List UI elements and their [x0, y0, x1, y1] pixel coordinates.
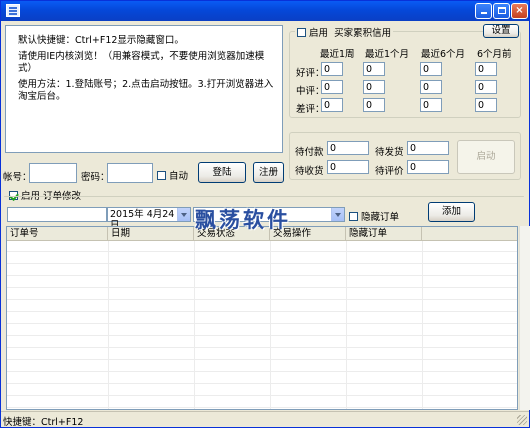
table-row[interactable] [7, 289, 517, 300]
auto-login-checkbox[interactable]: 自动 [157, 168, 188, 182]
order-edit-divider [4, 196, 524, 197]
hide-order-label: 隐藏订单 [361, 212, 400, 223]
hide-order-checkbox[interactable]: 隐藏订单 [349, 209, 399, 223]
close-button[interactable]: × [511, 3, 528, 19]
order-date-picker[interactable]: 2015年 4月24日, [107, 207, 191, 231]
pending-ship-label: 待发货 [375, 147, 404, 158]
password-input[interactable] [107, 163, 153, 183]
order-edit-enable-checkbox[interactable]: 启用 订单修改 [9, 188, 81, 202]
pending-receive-label: 待收货 [295, 166, 324, 177]
credit-neutral-1week[interactable]: 0 [321, 80, 343, 94]
table-row[interactable] [7, 313, 517, 324]
credit-neutral-1month[interactable]: 0 [363, 80, 385, 94]
start-button[interactable]: 启动 [457, 140, 515, 174]
password-label: 密码： [81, 172, 110, 183]
checkbox-icon [349, 212, 358, 221]
credit-group-label: 买家累积信用 [334, 28, 392, 39]
info-line-browser: 请使用IE内核浏览！（用兼容模式，不要使用浏览器加速模式） [18, 51, 265, 74]
app-icon [6, 4, 20, 17]
main-window: × 默认快捷键：Ctrl+F12显示隐藏窗口。 请使用IE内核浏览！（用兼容模式… [0, 0, 530, 428]
credit-good-before-6months[interactable]: 0 [475, 62, 497, 76]
add-button[interactable]: 添加 [428, 202, 475, 222]
pending-review-value[interactable]: 0 [407, 160, 449, 174]
chevron-down-icon[interactable] [177, 208, 190, 221]
credit-enable-checkbox[interactable]: 启用 [297, 28, 328, 39]
register-button[interactable]: 注册 [253, 162, 284, 183]
table-row[interactable] [7, 373, 517, 384]
pending-review-label: 待评价 [375, 166, 404, 177]
credit-col-1month: 最近1个月 [365, 49, 410, 60]
status-text: 快捷键：Ctrl+F12 [3, 417, 84, 428]
credit-col-before-6months: 6个月前 [477, 49, 512, 60]
column-header-order-number[interactable]: 订单号 [7, 227, 108, 241]
credit-bad-before-6months[interactable]: 0 [475, 98, 497, 112]
table-row[interactable] [7, 349, 517, 360]
pending-ship-value[interactable]: 0 [407, 141, 449, 155]
window-edge-scrollbar [519, 226, 530, 410]
maximize-button[interactable] [493, 3, 510, 19]
minimize-icon [480, 12, 487, 14]
resize-grip-icon[interactable] [517, 415, 527, 425]
column-header-hide-order[interactable]: 隐藏订单 [346, 227, 422, 241]
credit-good-1month[interactable]: 0 [363, 62, 385, 76]
close-icon: × [515, 5, 524, 16]
pending-payment-label: 待付款 [295, 147, 324, 158]
table-row[interactable] [7, 385, 517, 396]
credit-neutral-before-6months[interactable]: 0 [475, 80, 497, 94]
auto-login-label: 自动 [169, 171, 189, 182]
maximize-icon [497, 7, 506, 14]
table-row[interactable] [7, 325, 517, 336]
info-line-hotkey: 默认快捷键：Ctrl+F12显示隐藏窗口。 [18, 35, 184, 46]
table-row[interactable] [7, 253, 517, 264]
table-row[interactable] [7, 301, 517, 312]
table-row[interactable] [7, 265, 517, 276]
credit-neutral-6months[interactable]: 0 [420, 80, 442, 94]
orders-table[interactable]: 订单号 日期 交易状态 交易操作 隐藏订单 [6, 226, 518, 410]
checkbox-icon [297, 28, 306, 37]
title-bar[interactable]: × [1, 1, 529, 21]
table-row[interactable] [7, 241, 517, 252]
checkbox-icon [157, 171, 166, 180]
login-button[interactable]: 登陆 [198, 162, 246, 183]
settings-button[interactable]: 设置 [483, 24, 519, 38]
minimize-button[interactable] [475, 3, 492, 19]
account-input[interactable] [29, 163, 77, 183]
info-text-box[interactable]: 默认快捷键：Ctrl+F12显示隐藏窗口。 请使用IE内核浏览！（用兼容模式，不… [5, 25, 283, 153]
credit-bad-1month[interactable]: 0 [363, 98, 385, 112]
account-label: 帐号： [3, 172, 32, 183]
credit-bad-6months[interactable]: 0 [420, 98, 442, 112]
credit-good-6months[interactable]: 0 [420, 62, 442, 76]
credit-good-1week[interactable]: 0 [321, 62, 343, 76]
chevron-down-icon[interactable] [331, 208, 344, 221]
credit-bad-1week[interactable]: 0 [321, 98, 343, 112]
status-bar: 快捷键：Ctrl+F12 [1, 411, 529, 428]
watermark-logo: 飘荡软件 [195, 208, 291, 232]
credit-col-1week: 最近1周 [320, 49, 355, 60]
column-header-date[interactable]: 日期 [108, 227, 194, 241]
table-row[interactable] [7, 277, 517, 288]
table-row[interactable] [7, 361, 517, 372]
credit-col-6months: 最近6个月 [421, 49, 466, 60]
order-number-input[interactable] [7, 207, 107, 222]
info-line-usage: 使用方法：1.登陆账号；2.点击启动按钮。3.打开浏览器进入淘宝后台。 [18, 79, 274, 102]
table-row[interactable] [7, 337, 517, 348]
pending-receive-value[interactable]: 0 [327, 160, 369, 174]
pending-payment-value[interactable]: 0 [327, 141, 369, 155]
credit-groupbox-title: 启用 买家累积信用 [295, 25, 394, 39]
table-row[interactable] [7, 397, 517, 408]
